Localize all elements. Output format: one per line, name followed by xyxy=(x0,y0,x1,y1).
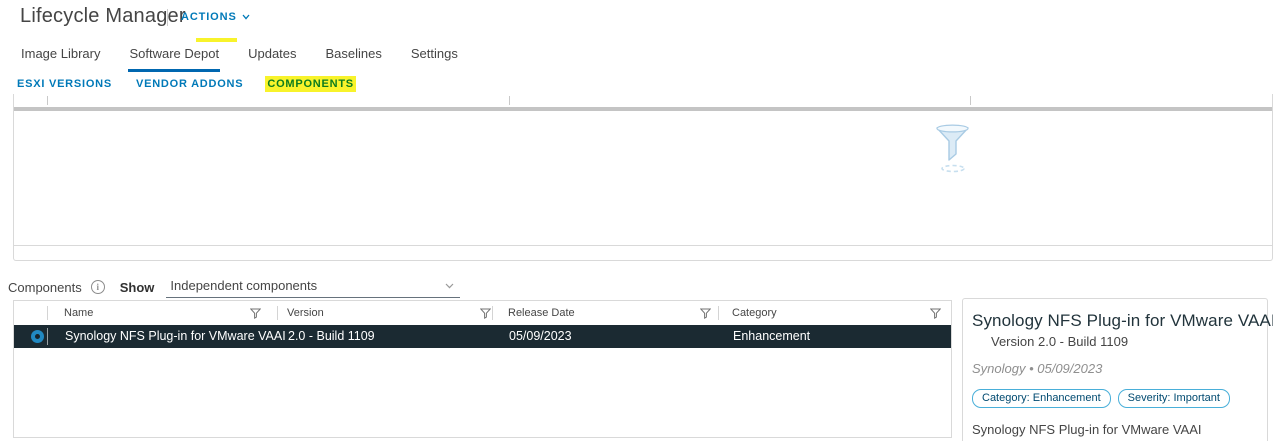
column-header-name[interactable]: Name xyxy=(64,307,93,319)
radio-dot xyxy=(35,334,40,339)
tab-software-depot[interactable]: Software Depot xyxy=(128,44,220,72)
column-header-version[interactable]: Version xyxy=(287,307,324,319)
cell-name: Synology NFS Plug-in for VMware VAAI xyxy=(65,329,286,343)
empty-filter-funnel-watermark xyxy=(934,124,972,174)
page-title: Lifecycle Manager xyxy=(20,5,186,28)
details-title: Synology NFS Plug-in for VMware VAAI xyxy=(972,311,1258,331)
row-radio-selected[interactable] xyxy=(31,330,44,343)
column-separator xyxy=(970,96,971,105)
column-separator xyxy=(47,328,48,345)
tab-image-library[interactable]: Image Library xyxy=(20,44,101,72)
subtab-esxi-versions[interactable]: ESXI VERSIONS xyxy=(15,76,114,92)
info-icon[interactable]: i xyxy=(91,280,105,294)
category-badge: Category: Enhancement xyxy=(972,389,1111,408)
actions-label: ACTIONS xyxy=(181,11,237,23)
cell-version: 2.0 - Build 1109 xyxy=(288,329,375,343)
filter-icon[interactable] xyxy=(250,308,261,319)
lifecycle-manager-screen: Lifecycle Manager ACTIONS Image Library … xyxy=(0,0,1273,441)
upper-grid-panel xyxy=(13,94,1273,261)
main-tabs: Image Library Software Depot Updates Bas… xyxy=(20,44,459,72)
column-separator xyxy=(47,306,48,320)
column-separator xyxy=(47,96,48,105)
filter-icon[interactable] xyxy=(480,308,491,319)
column-separator xyxy=(509,96,510,105)
filter-icon[interactable] xyxy=(930,308,941,319)
details-description: Synology NFS Plug-in for VMware VAAI xyxy=(972,422,1258,437)
column-header-release-date[interactable]: Release Date xyxy=(508,307,575,319)
column-separator xyxy=(277,306,278,320)
cell-category: Enhancement xyxy=(733,329,810,343)
details-vendor-date: Synology • 05/09/2023 xyxy=(972,361,1258,376)
software-depot-subtabs: ESXI VERSIONS VENDOR ADDONS COMPONENTS xyxy=(15,76,356,92)
column-header-category[interactable]: Category xyxy=(732,307,777,319)
subtab-vendor-addons[interactable]: VENDOR ADDONS xyxy=(134,76,245,92)
horizontal-scrollbar[interactable] xyxy=(14,107,1272,111)
chevron-down-icon xyxy=(445,283,454,289)
show-select-value: Independent components xyxy=(170,278,317,293)
components-label: Components xyxy=(8,280,82,295)
subtab-components[interactable]: COMPONENTS xyxy=(265,76,356,92)
cell-release-date: 05/09/2023 xyxy=(509,329,572,343)
title-divider xyxy=(167,9,168,26)
components-bar: Components i Show Independent components xyxy=(8,276,460,298)
tab-updates[interactable]: Updates xyxy=(247,44,297,72)
search-highlight-artifact xyxy=(196,38,237,42)
components-table: Name Version Release Date Category Synol… xyxy=(13,300,952,438)
show-label: Show xyxy=(120,280,155,295)
details-version: Version 2.0 - Build 1109 xyxy=(991,334,1258,349)
filter-icon[interactable] xyxy=(700,308,711,319)
actions-menu-button[interactable]: ACTIONS xyxy=(181,11,250,23)
chevron-down-icon xyxy=(242,14,250,20)
table-row-synology-nfs-plugin[interactable]: Synology NFS Plug-in for VMware VAAI 2.0… xyxy=(14,325,951,348)
column-separator xyxy=(492,306,493,320)
severity-badge: Severity: Important xyxy=(1118,389,1230,408)
tab-baselines[interactable]: Baselines xyxy=(325,44,383,72)
tab-settings[interactable]: Settings xyxy=(410,44,459,72)
details-badges: Category: Enhancement Severity: Importan… xyxy=(972,389,1258,408)
component-details-card: Synology NFS Plug-in for VMware VAAI Ver… xyxy=(962,298,1268,441)
table-header-row: Name Version Release Date Category xyxy=(14,301,951,325)
panel-footer-divider xyxy=(14,245,1272,246)
show-components-select[interactable]: Independent components xyxy=(166,276,460,298)
column-separator xyxy=(718,306,719,320)
